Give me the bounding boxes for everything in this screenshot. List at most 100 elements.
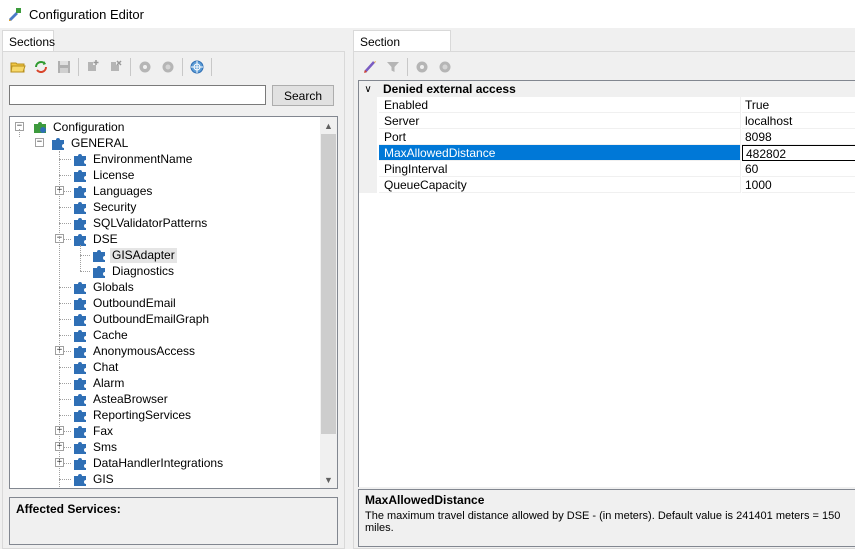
property-value[interactable]: True <box>742 97 855 113</box>
tree-item-label: Sms <box>93 439 117 454</box>
property-name[interactable]: Port <box>379 129 741 145</box>
property-value[interactable]: 8098 <box>742 129 855 145</box>
tree-item-fax[interactable]: Fax <box>72 423 115 439</box>
tree-item-configuration[interactable]: Configuration <box>32 119 126 135</box>
tree-line <box>80 271 90 272</box>
tree-item-diagnostics[interactable]: Diagnostics <box>91 263 176 279</box>
property-row-server[interactable]: Server localhost <box>359 113 855 129</box>
puzzle-icon <box>52 138 64 150</box>
app-icon <box>9 8 21 21</box>
settings-icon[interactable] <box>412 57 432 77</box>
scroll-up-icon[interactable]: ▲ <box>320 117 337 134</box>
puzzle-icon <box>74 458 86 470</box>
tree-item-globals[interactable]: Globals <box>72 279 136 295</box>
tree-item-alarm[interactable]: Alarm <box>72 375 126 391</box>
tree-item-reportingservices[interactable]: ReportingServices <box>72 407 193 423</box>
property-row-queuecapacity[interactable]: QueueCapacity 1000 <box>359 177 855 193</box>
tree-item-datahandlerintegrations[interactable]: DataHandlerIntegrations <box>72 455 225 471</box>
settings-alt-icon[interactable] <box>158 57 178 77</box>
puzzle-icon <box>74 410 86 422</box>
tree-item-label: GIS <box>93 471 114 486</box>
search-input[interactable] <box>9 85 266 105</box>
tree-line <box>59 367 71 368</box>
tree-scrollbar[interactable]: ▲ ▼ <box>320 117 337 488</box>
puzzle-icon <box>74 218 86 230</box>
property-value[interactable]: 60 <box>742 161 855 177</box>
tree-item-label: Cache <box>93 327 128 342</box>
property-name[interactable]: QueueCapacity <box>379 177 741 193</box>
clear-icon[interactable] <box>360 57 380 77</box>
tree-item-cache[interactable]: Cache <box>72 327 130 343</box>
property-name[interactable]: Enabled <box>379 97 741 113</box>
chevron-down-icon[interactable]: ∨ <box>359 84 377 95</box>
tree-item-label: OutboundEmailGraph <box>93 311 210 326</box>
remove-section-icon[interactable] <box>106 57 126 77</box>
property-row-enabled[interactable]: Enabled True <box>359 97 855 113</box>
properties-toolbar <box>360 55 458 79</box>
tree-item-label: Fax <box>93 423 114 438</box>
open-folder-icon[interactable] <box>8 57 28 77</box>
filter-icon[interactable] <box>383 57 403 77</box>
sections-tree[interactable]: ▲ ▼ − Configuration − GENERAL EnvironmentNam… <box>9 116 338 489</box>
row-gutter <box>359 97 377 113</box>
property-value[interactable]: 482802 <box>742 145 855 161</box>
settings-alt-icon[interactable] <box>435 57 455 77</box>
toolbar-separator <box>407 58 408 76</box>
row-gutter <box>359 177 377 193</box>
settings-icon[interactable] <box>135 57 155 77</box>
save-icon[interactable] <box>54 57 74 77</box>
scroll-down-icon[interactable]: ▼ <box>320 471 337 488</box>
category-row[interactable]: ∨ Denied external access <box>359 81 855 97</box>
description-text: The maximum travel distance allowed by D… <box>365 510 841 534</box>
puzzle-icon <box>74 298 86 310</box>
property-value[interactable]: localhost <box>742 113 855 129</box>
tree-item-languages[interactable]: Languages <box>72 183 154 199</box>
tree-item-gisadapter[interactable]: GISAdapter <box>91 247 177 263</box>
tree-item-label: Security <box>93 199 137 214</box>
tree-item-label: Chat <box>93 359 119 374</box>
scroll-thumb[interactable] <box>321 134 336 434</box>
refresh-icon[interactable] <box>31 57 51 77</box>
tree-item-outboundemail[interactable]: OutboundEmail <box>72 295 178 311</box>
toolbar-separator <box>130 58 131 76</box>
globe-icon[interactable] <box>187 57 207 77</box>
tab-section-properties[interactable]: Section properties <box>353 30 451 63</box>
property-name[interactable]: PingInterval <box>379 161 741 177</box>
property-name[interactable]: Server <box>379 113 741 129</box>
tab-sections-label: Sections <box>9 35 56 49</box>
tree-item-gis[interactable]: GIS <box>72 471 116 487</box>
tree-line <box>59 151 60 487</box>
tree-item-label: Diagnostics <box>112 263 175 278</box>
tree-item-license[interactable]: License <box>72 167 136 183</box>
puzzle-icon <box>74 426 86 438</box>
tree-item-asteabrowser[interactable]: AsteaBrowser <box>72 391 170 407</box>
tab-sections[interactable]: Sections <box>2 30 56 52</box>
tree-item-chat[interactable]: Chat <box>72 359 120 375</box>
property-value[interactable]: 1000 <box>742 177 855 193</box>
property-row-pinginterval[interactable]: PingInterval 60 <box>359 161 855 177</box>
puzzle-icon <box>93 266 105 278</box>
tree-item-outboundemailgraph[interactable]: OutboundEmailGraph <box>72 311 211 327</box>
tree-line <box>80 255 90 256</box>
tree-item-security[interactable]: Security <box>72 199 138 215</box>
tree-item-label: DataHandlerIntegrations <box>93 455 224 470</box>
property-row-port[interactable]: Port 8098 <box>359 129 855 145</box>
collapse-icon[interactable]: − <box>35 138 44 147</box>
tree-item-sms[interactable]: Sms <box>72 439 119 455</box>
add-section-icon[interactable] <box>83 57 103 77</box>
tree-item-general[interactable]: GENERAL <box>50 135 130 151</box>
property-grid[interactable]: ∨ Denied external access Enabled True Serv… <box>358 80 855 487</box>
search-button[interactable]: Search <box>272 85 334 106</box>
property-row-maxalloweddistance[interactable]: MaxAllowedDistance 482802 <box>359 145 855 161</box>
row-gutter <box>359 161 377 177</box>
tree-item-sqlvalidatorpatterns[interactable]: SQLValidatorPatterns <box>72 215 209 231</box>
tree-item-anonymousaccess[interactable]: AnonymousAccess <box>72 343 197 359</box>
puzzle-icon <box>74 474 86 486</box>
property-name[interactable]: MaxAllowedDistance <box>379 145 741 161</box>
tree-line <box>59 303 71 304</box>
puzzle-icon <box>74 378 86 390</box>
tree-item-label: Configuration <box>53 119 125 134</box>
tree-line <box>59 223 71 224</box>
tree-item-environmentname[interactable]: EnvironmentName <box>72 151 194 167</box>
tree-line <box>59 383 71 384</box>
